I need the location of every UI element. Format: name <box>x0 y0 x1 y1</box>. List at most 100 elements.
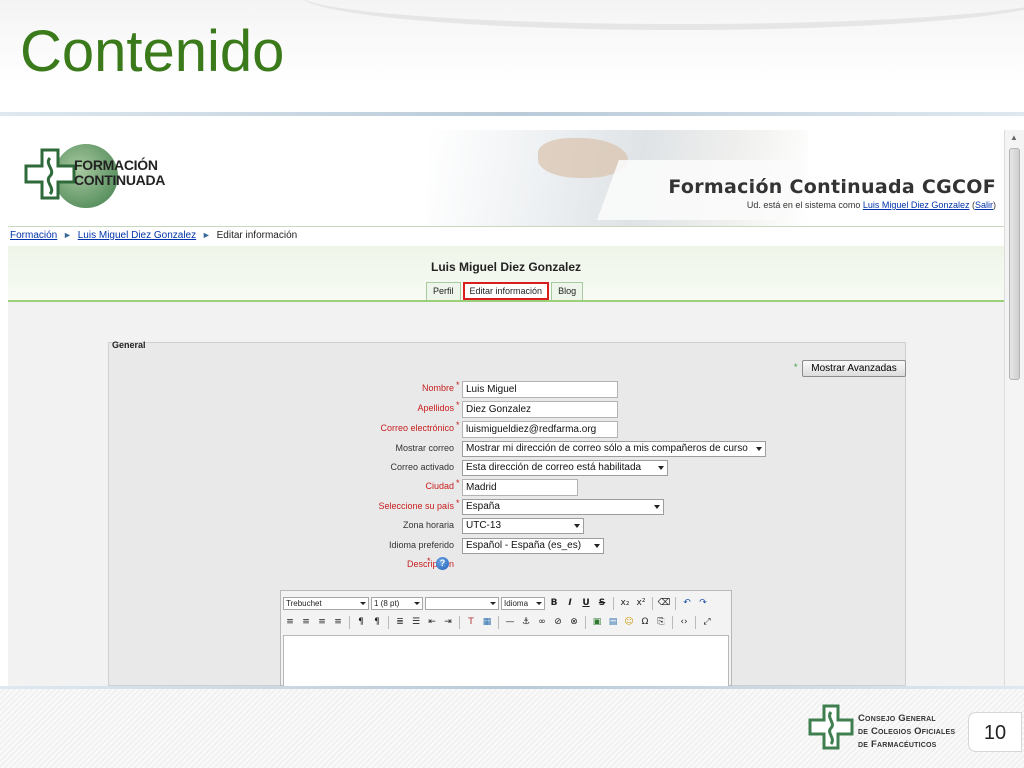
cgcof-cross-icon <box>808 704 854 750</box>
breadcrumb-separator-icon: ► <box>63 230 72 240</box>
indent-icon[interactable]: ⇥ <box>441 615 455 629</box>
zona-horaria-value: UTC-13 <box>466 520 502 531</box>
show-advanced-button[interactable]: Mostrar Avanzadas <box>802 360 906 377</box>
scroll-thumb[interactable] <box>1009 148 1020 380</box>
undo-icon[interactable]: ↶ <box>680 596 694 610</box>
font-size-select[interactable]: 1 (8 pt) <box>371 596 423 610</box>
login-prefix: Ud. está en el sistema como <box>746 200 861 210</box>
outdent-icon[interactable]: ⇤ <box>425 615 439 629</box>
login-user-link[interactable]: Luis Miguel Diez Gonzalez <box>863 200 970 210</box>
link-icon[interactable]: ∞ <box>535 615 549 629</box>
toolbar-separator <box>349 615 350 629</box>
form-row-pais: Seleccione su país * España <box>108 498 908 516</box>
chevron-down-icon <box>574 524 580 528</box>
formacion-continuada-logo[interactable]: FORMACIÓN CONTINUADA <box>24 144 174 208</box>
vertical-scrollbar[interactable]: ▲ <box>1004 130 1024 686</box>
description-textarea[interactable] <box>283 635 729 686</box>
toolbar-separator <box>672 615 673 629</box>
form-row-apellidos: Apellidos * Diez Gonzalez <box>108 400 908 418</box>
unordered-list-icon[interactable]: ☰ <box>409 615 423 629</box>
background-color-icon[interactable]: ▦ <box>480 615 494 629</box>
ciudad-label: Ciudad <box>425 481 454 491</box>
logo-text: FORMACIÓN CONTINUADA <box>74 158 165 188</box>
tab-blog[interactable]: Blog <box>551 282 584 300</box>
rtl-icon[interactable]: ¶ <box>370 615 384 629</box>
breadcrumb-formacion[interactable]: Formación <box>10 230 57 241</box>
required-star: * <box>427 556 431 566</box>
image-icon[interactable]: ▣ <box>590 615 604 629</box>
unlink-icon[interactable]: ⊘ <box>551 615 565 629</box>
cgcof-line-3: de Farmacéuticos <box>858 739 937 750</box>
special-char-icon[interactable]: Ω <box>638 615 652 629</box>
form-row-ciudad: Ciudad * Madrid <box>108 478 908 496</box>
superscript-icon[interactable]: x² <box>634 596 648 610</box>
description-editor: Trebuchet 1 (8 pt) Idioma B I U S x₂ x² … <box>280 590 732 686</box>
language-select[interactable]: Idioma <box>501 596 545 610</box>
zona-horaria-select[interactable]: UTC-13 <box>462 518 584 534</box>
apellidos-input[interactable]: Diez Gonzalez <box>462 401 618 418</box>
subscript-icon[interactable]: x₂ <box>618 596 632 610</box>
chevron-down-icon <box>654 505 660 509</box>
no-link-icon[interactable]: ⊗ <box>567 615 581 629</box>
chevron-down-icon <box>756 447 762 451</box>
justify-icon[interactable]: ≡ <box>331 615 345 629</box>
toolbar-separator <box>585 615 586 629</box>
align-left-icon[interactable]: ≡ <box>283 615 297 629</box>
ciudad-input[interactable]: Madrid <box>462 479 578 496</box>
toolbar-separator <box>498 615 499 629</box>
form-row-zona-horaria: Zona horaria UTC-13 <box>108 517 908 535</box>
mostrar-correo-value: Mostrar mi dirección de correo sólo a mi… <box>466 443 748 454</box>
form-row-email: Correo electrónico * luismigueldiez@redf… <box>108 420 908 438</box>
toolbar-separator <box>652 596 653 610</box>
horizontal-rule-icon[interactable]: — <box>503 615 517 629</box>
profile-tabs: Perfil Editar información Blog <box>426 282 584 300</box>
font-family-select[interactable]: Trebuchet <box>283 596 369 610</box>
scroll-up-icon[interactable]: ▲ <box>1008 132 1020 144</box>
idioma-label: Idioma preferido <box>388 540 454 550</box>
correo-activado-select[interactable]: Esta dirección de correo está habilitada <box>462 460 668 476</box>
breadcrumb-current: Editar información <box>216 230 298 241</box>
underline-icon[interactable]: U <box>579 596 593 610</box>
ordered-list-icon[interactable]: ≣ <box>393 615 407 629</box>
html-source-icon[interactable]: ‹› <box>677 615 691 629</box>
clean-icon[interactable]: ⌫ <box>657 596 671 610</box>
pais-select[interactable]: España <box>462 499 664 515</box>
help-icon[interactable]: ? <box>436 557 449 570</box>
table-icon[interactable]: ▤ <box>606 615 620 629</box>
mostrar-correo-select[interactable]: Mostrar mi dirección de correo sólo a mi… <box>462 441 766 457</box>
required-star: * <box>456 420 460 430</box>
logout-link[interactable]: Salir <box>975 200 993 210</box>
search-replace-icon[interactable]: ⎘ <box>654 615 668 629</box>
logo-line-1: FORMACIÓN <box>74 157 158 173</box>
header-swoosh <box>300 0 1024 30</box>
redo-icon[interactable]: ↷ <box>696 596 710 610</box>
align-center-icon[interactable]: ≡ <box>299 615 313 629</box>
nombre-input[interactable]: Luis Miguel <box>462 381 618 398</box>
emoticon-icon[interactable]: ☺ <box>622 615 636 629</box>
tab-editar-informacion[interactable]: Editar información <box>462 282 550 300</box>
fullscreen-icon[interactable]: ⤢ <box>700 615 714 629</box>
bold-icon[interactable]: B <box>547 596 561 610</box>
email-input[interactable]: luismigueldiez@redfarma.org <box>462 421 618 438</box>
profile-header: Luis Miguel Diez Gonzalez Perfil Editar … <box>8 246 1004 302</box>
logout-close: ) <box>993 200 996 210</box>
cgcof-logo: Consejo General de Colegios Oficiales de… <box>808 704 958 752</box>
toolbar-separator <box>613 596 614 610</box>
nombre-label: Nombre <box>421 383 454 393</box>
align-right-icon[interactable]: ≡ <box>315 615 329 629</box>
italic-icon[interactable]: I <box>563 596 577 610</box>
idioma-value: Español - España (es_es) <box>466 540 582 551</box>
title-divider <box>0 112 1024 116</box>
style-select[interactable] <box>425 596 499 610</box>
text-color-icon[interactable]: T <box>464 615 478 629</box>
moodle-screenshot: FORMACIÓN CONTINUADA Formación Continuad… <box>8 130 1024 686</box>
ltr-icon[interactable]: ¶ <box>354 615 368 629</box>
page-number: 10 <box>968 712 1022 752</box>
idioma-select[interactable]: Español - España (es_es) <box>462 538 604 554</box>
profile-user-name: Luis Miguel Diez Gonzalez <box>430 260 582 274</box>
strikethrough-icon[interactable]: S <box>595 596 609 610</box>
tab-perfil[interactable]: Perfil <box>426 282 461 300</box>
required-star: * <box>456 400 460 410</box>
anchor-icon[interactable]: ⚓ <box>519 615 533 629</box>
breadcrumb-user[interactable]: Luis Miguel Diez Gonzalez <box>78 230 196 241</box>
